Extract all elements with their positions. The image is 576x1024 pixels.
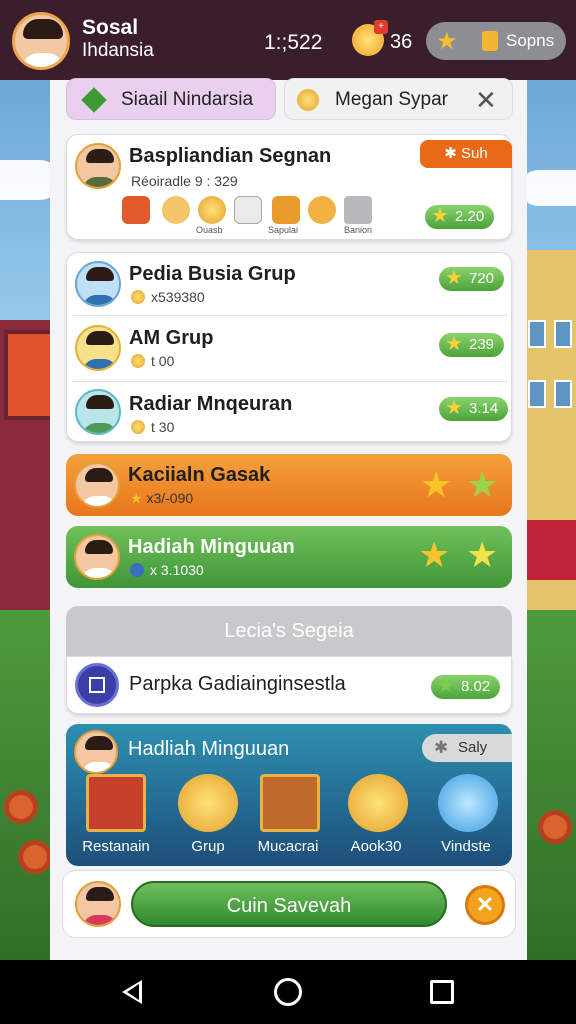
star-icon: ★ xyxy=(466,534,499,575)
sponsor-label: Sopns xyxy=(506,31,555,50)
coin-icon[interactable] xyxy=(348,774,408,832)
score-badge: ★ 8.02 xyxy=(431,675,501,699)
tab-megan[interactable]: Megan Sypar ✕ xyxy=(284,78,513,120)
star-icon: ★ xyxy=(418,534,451,575)
diamond-icon xyxy=(81,87,107,113)
clock-text: 1:;522 xyxy=(264,31,323,54)
gear-icon: ✱ xyxy=(434,738,449,757)
close-icon[interactable]: ✕ xyxy=(475,85,497,116)
score-badge: ★ 2.20 xyxy=(425,205,495,229)
reward-label: Restanain xyxy=(82,838,150,855)
avatar xyxy=(74,730,118,774)
score-badge: ★ 239 xyxy=(439,333,505,357)
close-icon[interactable]: ✕ xyxy=(465,885,505,925)
banner-detail: x 3.1030 xyxy=(130,562,204,578)
tab-social-label: Siaail Nindarsia xyxy=(121,89,254,110)
section-title: Lecia's Segeia xyxy=(66,606,512,656)
sponsor-button[interactable]: ★ Sopns xyxy=(426,22,566,60)
home-icon[interactable] xyxy=(274,978,302,1006)
avatar xyxy=(75,389,121,435)
group-list: Pedia Busia Grup x539380 ★ 720 AM Grup t … xyxy=(66,252,512,442)
medal-icon[interactable] xyxy=(178,774,238,832)
item-icon-7[interactable] xyxy=(344,196,372,224)
score-badge: ★ 720 xyxy=(439,267,505,291)
treasure-basket-icon[interactable] xyxy=(260,774,320,832)
banner-green[interactable]: Hadiah Minguuan x 3.1030 ★ ★ xyxy=(66,526,512,588)
save-button[interactable]: Cuin Savevah xyxy=(131,881,447,927)
group-detail: t 30 xyxy=(131,419,174,435)
tab-megan-label: Megan Sypar xyxy=(335,89,449,110)
avatar xyxy=(75,325,121,371)
coin-icon xyxy=(297,89,319,111)
star-icon: ★ xyxy=(466,464,499,505)
item-label-7: Banion xyxy=(344,225,373,235)
tab-social[interactable]: Siaail Nindarsia xyxy=(66,78,276,120)
item-icon-4[interactable] xyxy=(234,196,262,224)
item-icon-5[interactable] xyxy=(272,196,300,224)
back-icon[interactable] xyxy=(122,980,142,1004)
featured-name: Baspliandian Segnan xyxy=(129,145,332,167)
navigation-bar xyxy=(0,960,576,1024)
item-icon-2[interactable] xyxy=(162,196,190,224)
coin-count: 36 xyxy=(390,31,413,53)
avatar xyxy=(75,881,121,927)
group-name[interactable]: Radiar Mnqeuran xyxy=(129,393,292,416)
top-bar: Sosal Ihdansia 1:;522 + 36 ★ Sopns xyxy=(0,0,576,80)
weekly-reward-panel: Hadliah Minguuan ✱ Saly Restanain Grup Mu… xyxy=(66,724,512,866)
saly-button[interactable]: ✱ Saly xyxy=(422,734,512,762)
item-label-3: Ouasb xyxy=(196,225,223,235)
item-label-5: Sapulai xyxy=(268,225,299,235)
gift-icon xyxy=(482,31,498,51)
avatar xyxy=(74,462,120,508)
reward-label: Aook30 xyxy=(350,838,402,855)
recent-apps-icon[interactable] xyxy=(430,980,454,1004)
reward-label: Mucacrai xyxy=(257,838,319,855)
item-icon-6[interactable] xyxy=(308,196,336,224)
avatar xyxy=(75,261,121,307)
group-detail: x539380 xyxy=(131,289,205,305)
reward-title: Hadliah Minguuan xyxy=(128,738,290,760)
group-detail: t 00 xyxy=(131,353,174,369)
smiley-bubble-icon[interactable] xyxy=(438,774,498,832)
banner-orange[interactable]: Kaciialn Gasak ★ x3/-090 ★ ★ xyxy=(66,454,512,516)
app-title: Sosal xyxy=(82,16,139,39)
item-strip: Ouasb Sapulai Banion xyxy=(122,196,382,236)
featured-subtitle: Réoiradle 9 : 329 xyxy=(131,173,238,189)
score-badge: ★ 3.14 xyxy=(439,397,509,421)
group-name[interactable]: AM Grup xyxy=(129,327,213,350)
banner-name: Hadiah Minguuan xyxy=(128,536,295,558)
special-row[interactable]: Parpka Gadiainginsestla ★ 8.02 xyxy=(66,656,512,714)
square-icon xyxy=(75,663,119,707)
avatar xyxy=(75,143,121,189)
star-icon: ★ xyxy=(420,464,453,505)
profile-avatar[interactable] xyxy=(12,12,70,70)
gift-box-icon[interactable] xyxy=(86,774,146,832)
status-badge[interactable]: ✱ Suh xyxy=(420,140,512,168)
special-name: Parpka Gadiainginsestla xyxy=(129,673,346,695)
star-icon: ★ xyxy=(436,28,458,55)
app-subtitle: Ihdansia xyxy=(82,40,154,61)
item-icon-3[interactable] xyxy=(198,196,226,224)
banner-name: Kaciialn Gasak xyxy=(128,464,271,486)
item-icon-1[interactable] xyxy=(122,196,150,224)
avatar xyxy=(74,534,120,580)
bottom-action-bar: Cuin Savevah ✕ xyxy=(62,870,516,938)
plus-badge-icon: + xyxy=(374,20,388,34)
banner-detail: ★ x3/-090 xyxy=(130,490,194,506)
group-name[interactable]: Pedia Busia Grup xyxy=(129,263,296,286)
reward-label: Vindste xyxy=(441,838,491,855)
